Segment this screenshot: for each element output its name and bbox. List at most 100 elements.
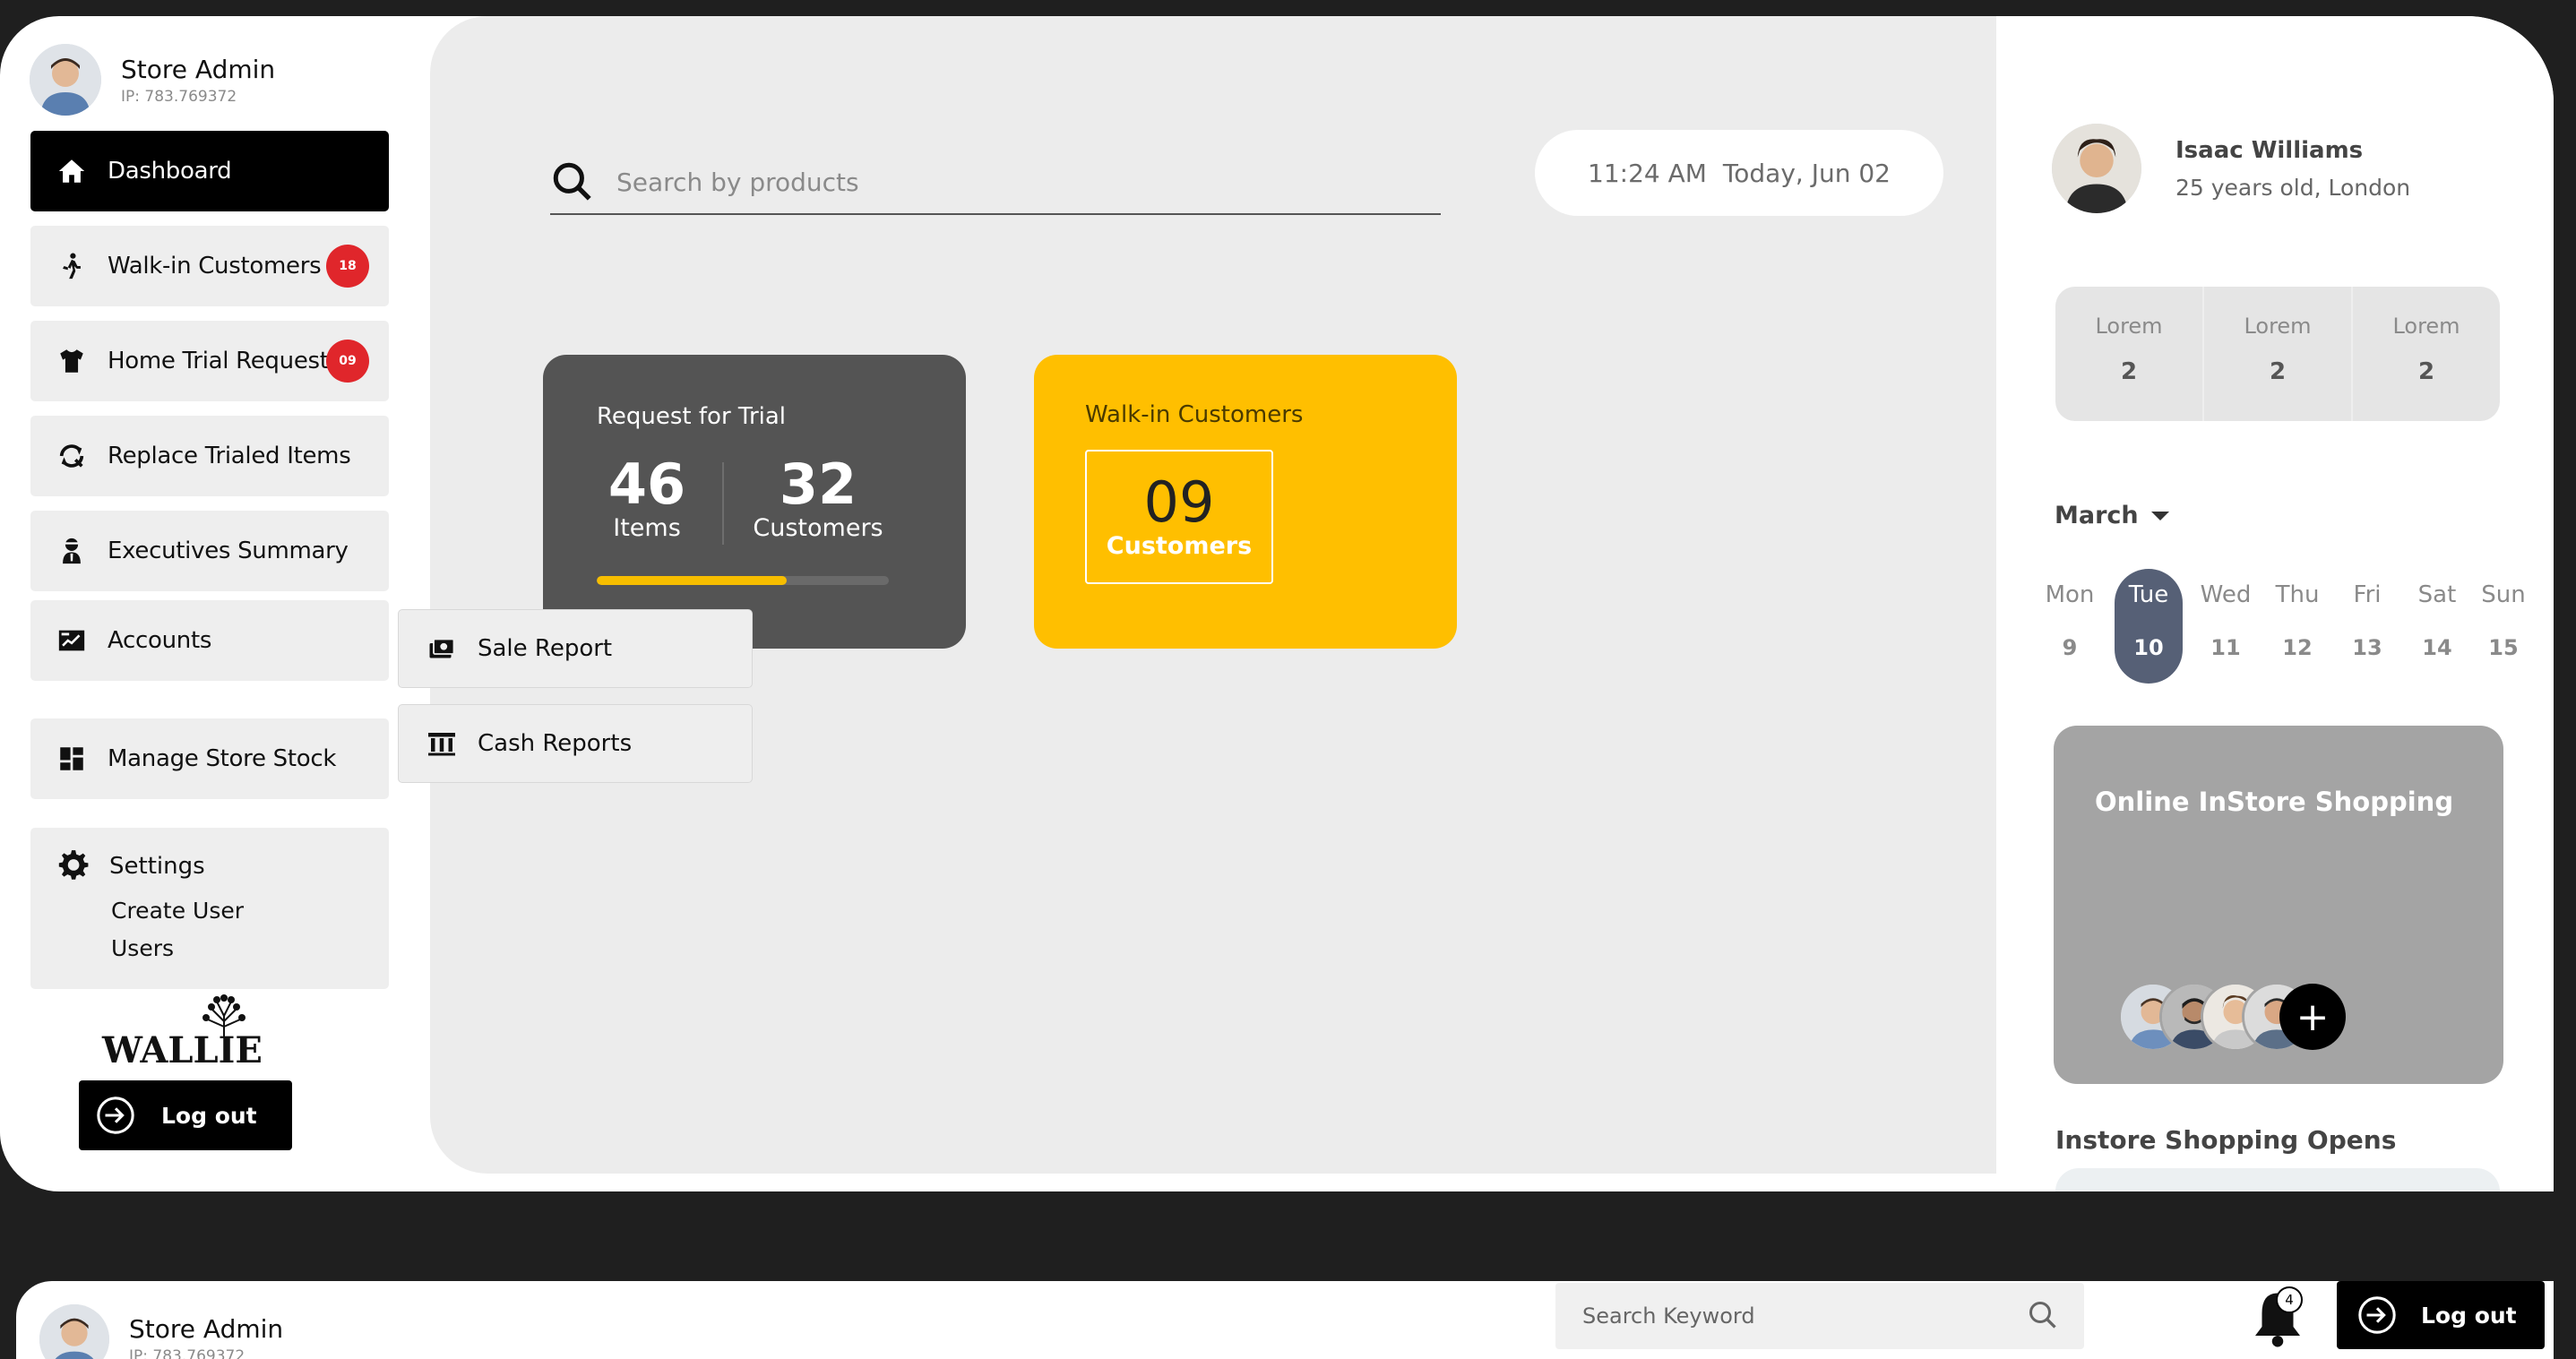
sidebar-user-name: Store Admin (121, 54, 276, 84)
stat-column: Lorem 2 (2055, 287, 2204, 421)
search-icon[interactable] (550, 159, 595, 204)
submenu-label: Cash Reports (478, 730, 633, 757)
calendar-day-mon[interactable]: Mon 9 (2036, 569, 2104, 684)
calendar-day-fri[interactable]: Fri 13 (2333, 569, 2401, 684)
walk-in-count: 09 (1143, 469, 1215, 535)
sidebar-item-dashboard[interactable]: Dashboard (30, 131, 389, 211)
main-content: 11:24 AM Today, Jun 02 Request for Trial… (398, 16, 2007, 1174)
instore-shopping-panel (2055, 1168, 2500, 1191)
day-date: 9 (2062, 635, 2078, 660)
gear-icon (56, 847, 90, 885)
instore-shopping-title: Instore Shopping Opens (2055, 1125, 2397, 1155)
submenu-cash-reports[interactable]: Cash Reports (398, 704, 753, 783)
home-icon (56, 155, 88, 187)
request-for-trial-card[interactable]: Request for Trial 46 Items 32 Customers (543, 355, 966, 649)
customers-stat: 32 Customers (742, 452, 894, 543)
notifications-button[interactable]: 4 (2251, 1286, 2305, 1349)
sidebar-item-label: Walk-in Customers (108, 253, 322, 280)
day-name: Thu (2275, 581, 2320, 608)
day-date: 14 (2422, 635, 2452, 660)
search-icon[interactable] (2027, 1299, 2059, 1331)
walk-in-label: Customers (1106, 532, 1253, 560)
day-date: 12 (2282, 635, 2313, 660)
stat-column: Lorem 2 (2204, 287, 2353, 421)
settings-label: Settings (109, 853, 205, 880)
walk-in-customers-card[interactable]: Walk-in Customers 09 Customers (1034, 355, 1457, 649)
profile-stats: Lorem 2 Lorem 2 Lorem 2 (2055, 287, 2500, 421)
walk-in-count-box: 09 Customers (1085, 450, 1273, 584)
calendar-day-sat[interactable]: Sat 14 (2403, 569, 2471, 684)
items-label: Items (613, 514, 681, 542)
logout-icon (2356, 1294, 2398, 1336)
logo-wordmark: WALLIE (101, 1029, 262, 1068)
cash-stack-icon (426, 632, 458, 665)
day-name: Mon (2045, 581, 2095, 608)
calendar-day-sun[interactable]: Sun 15 (2469, 569, 2537, 684)
executive-icon (56, 535, 88, 567)
product-search (550, 151, 1441, 215)
sidebar-item-label: Accounts (108, 627, 212, 654)
items-count: 46 (607, 452, 686, 517)
sidebar-item-replace-trialed-items[interactable]: Replace Trialed Items (30, 416, 389, 496)
add-participant-button[interactable]: + (2279, 984, 2346, 1050)
sidebar-item-home-trial-request[interactable]: Home Trial Request 09 (30, 321, 389, 401)
sidebar-item-walk-in-customers[interactable]: Walk-in Customers 18 (30, 226, 389, 306)
submenu-sale-report[interactable]: Sale Report (398, 609, 753, 688)
customers-label: Customers (753, 514, 883, 542)
walking-person-icon (56, 250, 88, 282)
sidebar-item-accounts[interactable]: Accounts (30, 600, 389, 681)
stat-value: 2 (2120, 358, 2138, 385)
card-title: Walk-in Customers (1085, 401, 1304, 428)
avatar (30, 44, 101, 116)
customers-count: 32 (779, 452, 857, 517)
stat-label: Lorem (2392, 314, 2460, 339)
submenu-label: Sale Report (478, 635, 613, 662)
sidebar-item-manage-store-stock[interactable]: Manage Store Stock (30, 718, 389, 799)
sidebar-item-label: Executives Summary (108, 538, 349, 564)
stat-value: 2 (2417, 358, 2435, 385)
current-date: Today, Jun 02 (1722, 158, 1891, 188)
app-window: Store Admin IP: 783.769372 Dashboard Wal… (0, 16, 2554, 1191)
sidebar-item-executives-summary[interactable]: Executives Summary (30, 511, 389, 591)
notification-badge: 18 (326, 245, 369, 288)
day-name: Wed (2200, 581, 2252, 608)
day-date: 11 (2210, 635, 2241, 660)
calendar-day-tue[interactable]: Tue 10 (2115, 569, 2183, 684)
topbar-user: Store Admin IP: 783.769372 (39, 1304, 283, 1359)
bank-icon (426, 727, 458, 760)
sidebar-user-ip: IP: 783.769372 (121, 87, 237, 106)
day-date: 13 (2352, 635, 2382, 660)
calendar-day-wed[interactable]: Wed 11 (2192, 569, 2260, 684)
logout-button[interactable]: Log out (79, 1080, 292, 1150)
card-title: Online InStore Shopping (2095, 787, 2454, 817)
profile-header: Isaac Williams 25 years old, London (2052, 124, 2410, 213)
search-input[interactable] (616, 167, 1423, 197)
avatar (39, 1304, 109, 1359)
month-dropdown[interactable]: March (2055, 502, 2169, 529)
month-label: March (2055, 502, 2139, 529)
logout-button[interactable]: Log out (2337, 1281, 2545, 1349)
logout-icon (95, 1095, 136, 1136)
day-name: Sat (2417, 581, 2457, 608)
items-stat: 46 Items (593, 452, 701, 543)
logout-label: Log out (2421, 1302, 2517, 1329)
settings-section: Settings Create User Users (30, 828, 389, 989)
top-bar: Store Admin IP: 783.769372 4 Log out (16, 1281, 2554, 1359)
caret-down-icon (2150, 511, 2169, 520)
replace-icon (56, 440, 88, 472)
datetime-pill: 11:24 AM Today, Jun 02 (1535, 130, 1943, 216)
calendar-day-thu[interactable]: Thu 12 (2263, 569, 2331, 684)
search-input[interactable] (1582, 1303, 2012, 1329)
sidebar-item-users[interactable]: Users (111, 935, 174, 961)
card-title: Request for Trial (597, 403, 787, 430)
online-instore-shopping-card[interactable]: Online InStore Shopping + (2054, 726, 2503, 1084)
avatar[interactable] (2052, 124, 2141, 213)
dashboard-grid-icon (56, 743, 88, 775)
day-name: Fri (2353, 581, 2382, 608)
day-date: 15 (2488, 635, 2519, 660)
sidebar-item-create-user[interactable]: Create User (111, 898, 244, 924)
sidebar-item-label: Replace Trialed Items (108, 443, 351, 469)
sidebar-item-settings[interactable]: Settings (56, 847, 205, 885)
notification-badge: 09 (326, 340, 369, 383)
shirt-icon (56, 345, 88, 377)
